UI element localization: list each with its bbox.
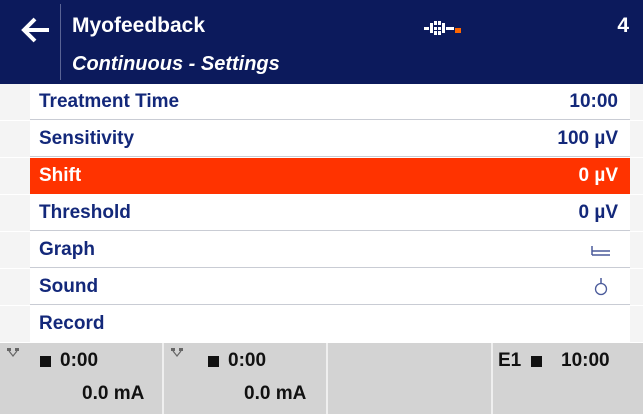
empty-panel: [328, 343, 493, 414]
electrode-label: E1: [498, 350, 522, 371]
setting-row-sound[interactable]: Sound: [0, 269, 643, 305]
connection-status-icon: [424, 21, 461, 35]
setting-label: Shift: [39, 165, 82, 186]
setting-label: Threshold: [39, 202, 131, 223]
setting-row-sensitivity[interactable]: Sensitivity 100 µV: [0, 121, 643, 157]
setting-value: 10:00: [569, 91, 618, 112]
setting-row-shift[interactable]: Shift 0 µV: [0, 158, 643, 194]
setting-label: Graph: [39, 239, 95, 260]
status-footer: 0:00 0.0 mA 0:00 0.0 mA E1 10:00: [0, 343, 643, 414]
setting-label: Record: [39, 313, 105, 334]
graph-baseline-icon: [591, 246, 610, 256]
page-title: Myofeedback: [72, 14, 206, 37]
setting-value: 0 µV: [578, 165, 618, 186]
sound-indicator-icon: [594, 278, 608, 296]
summary-panel[interactable]: E1 10:00: [493, 343, 643, 414]
channel-current: 0.0 mA: [244, 383, 307, 404]
setting-row-record[interactable]: Record: [0, 306, 643, 342]
stop-icon: [531, 356, 542, 367]
setting-row-threshold[interactable]: Threshold 0 µV: [0, 195, 643, 231]
header-bar: Myofeedback Continuous - Settings 4: [0, 0, 643, 84]
device-screen: Myofeedback Continuous - Settings 4 Trea…: [0, 0, 643, 414]
setting-value: 0 µV: [578, 202, 618, 223]
setting-value: 100 µV: [557, 128, 618, 149]
settings-list: Treatment Time 10:00 Sensitivity 100 µV …: [0, 84, 643, 343]
channel-panel-2[interactable]: 0:00 0.0 mA: [164, 343, 328, 414]
channel-time: 0:00: [228, 350, 267, 371]
setting-row-treatment-time[interactable]: Treatment Time 10:00: [0, 84, 643, 120]
stop-icon: [208, 356, 219, 367]
arrow-left-icon: [21, 17, 49, 43]
setting-label: Sensitivity: [39, 128, 135, 149]
summary-time: 10:00: [561, 350, 610, 371]
electrode-icon: [171, 348, 183, 357]
setting-label: Treatment Time: [39, 91, 180, 112]
stop-icon: [40, 356, 51, 367]
electrode-icon: [7, 348, 19, 357]
channel-panel-1[interactable]: 0:00 0.0 mA: [0, 343, 164, 414]
channel-time: 0:00: [60, 350, 99, 371]
page-number: 4: [617, 14, 629, 37]
page-subtitle: Continuous - Settings: [72, 53, 280, 75]
back-button[interactable]: [12, 10, 60, 50]
setting-row-graph[interactable]: Graph: [0, 232, 643, 268]
header-divider: [60, 4, 61, 80]
channel-current: 0.0 mA: [82, 383, 145, 404]
setting-label: Sound: [39, 276, 99, 297]
